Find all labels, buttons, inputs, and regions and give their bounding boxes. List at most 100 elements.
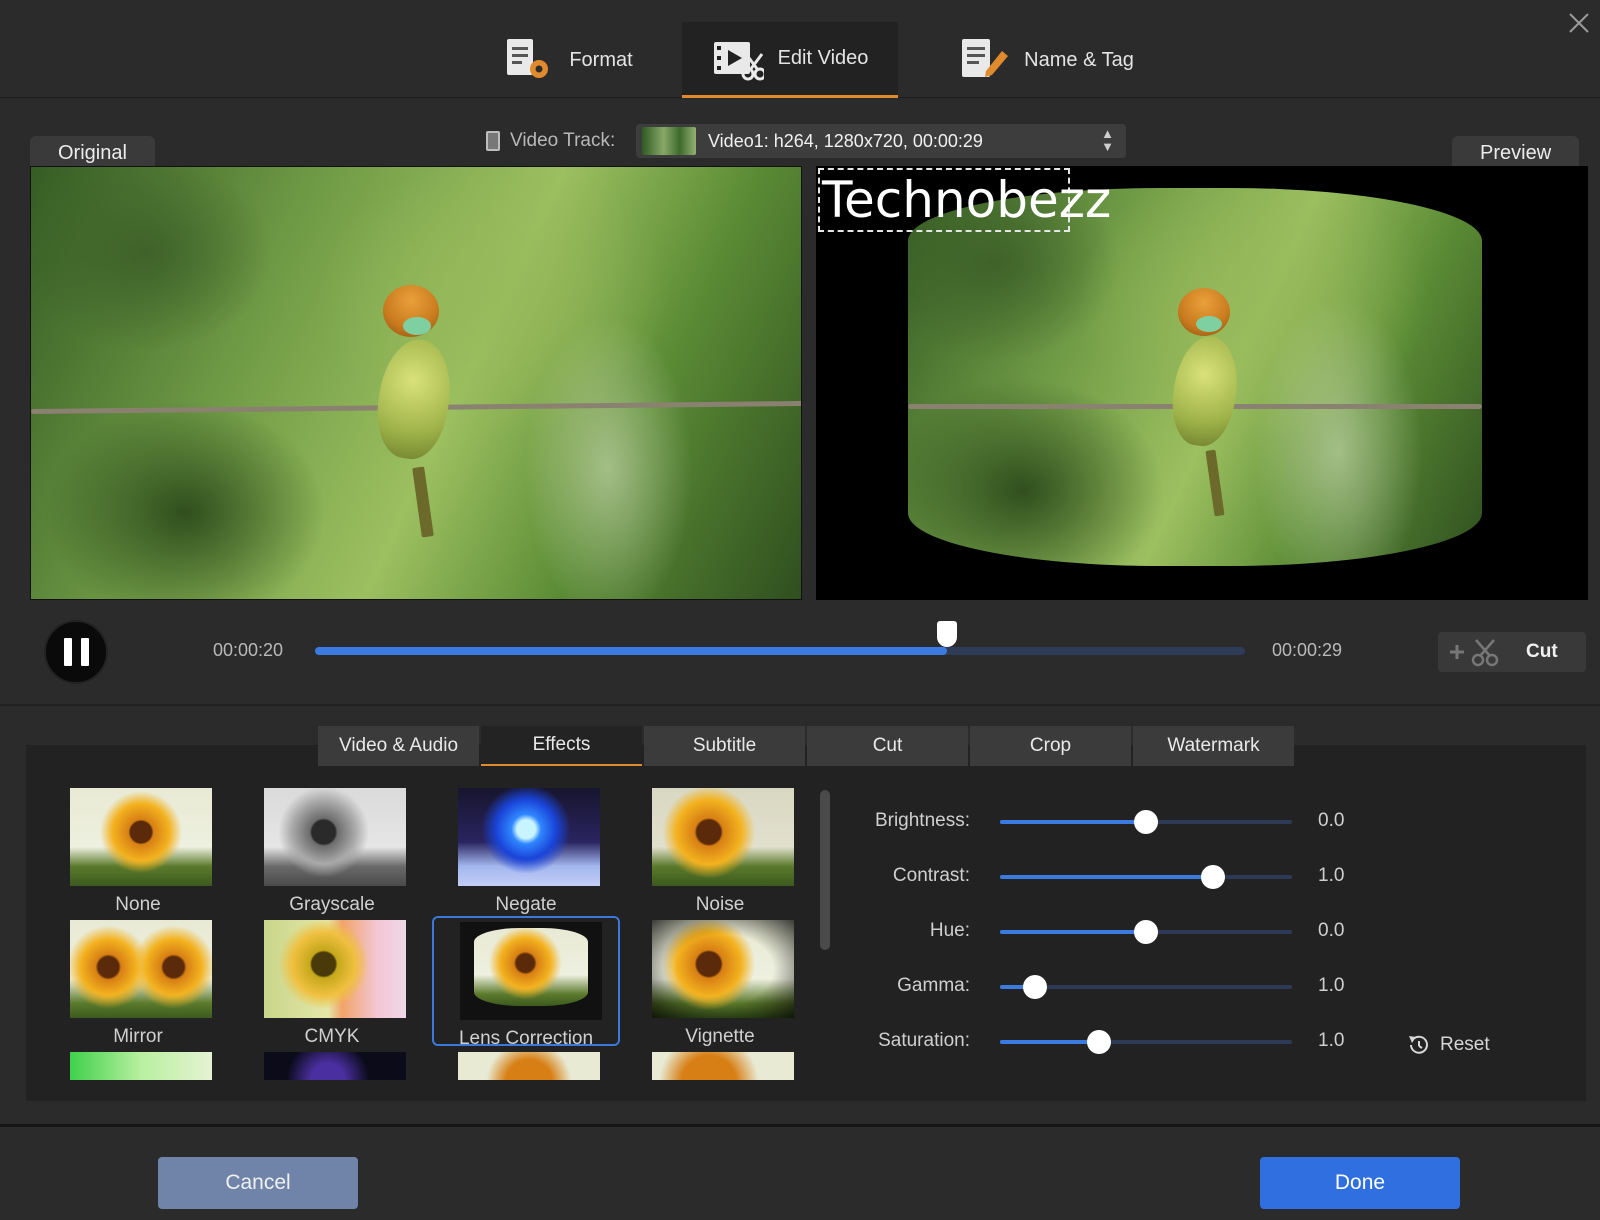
subtab-video-audio[interactable]: Video & Audio	[318, 726, 479, 766]
cancel-button[interactable]: Cancel	[158, 1157, 358, 1209]
effect-partial[interactable]	[432, 1048, 620, 1080]
slider-knob[interactable]	[1087, 1030, 1112, 1054]
brightness-slider-row: Brightness: 0.0	[860, 802, 1500, 842]
subtab-subtitle[interactable]: Subtitle	[644, 726, 805, 766]
effect-thumbnail	[458, 1052, 600, 1080]
total-time: 00:00:29	[1272, 640, 1343, 660]
effect-grayscale[interactable]: Grayscale	[238, 784, 426, 915]
gamma-slider-row: Gamma: 1.0	[860, 967, 1500, 1007]
effect-mirror[interactable]: Mirror	[44, 916, 232, 1047]
tab-name-tag-label: Name & Tag	[1024, 48, 1134, 71]
original-label: Original	[30, 136, 155, 166]
effect-thumbnail	[264, 920, 406, 1018]
hue-slider-row: Hue: 0.0	[860, 912, 1500, 952]
slider-knob[interactable]	[1023, 975, 1048, 999]
tab-edit-video-label: Edit Video	[777, 47, 869, 69]
close-icon[interactable]	[1564, 8, 1594, 38]
current-time: 00:00:20	[213, 640, 284, 660]
effect-label: Vignette	[685, 1026, 755, 1047]
saturation-slider[interactable]	[1000, 1030, 1292, 1054]
hue-label: Hue:	[929, 920, 970, 941]
gamma-slider[interactable]	[1000, 975, 1292, 999]
gamma-value: 1.0	[1318, 975, 1345, 996]
effect-thumbnail	[264, 788, 406, 886]
reset-icon	[1409, 1035, 1428, 1054]
contrast-slider-row: Contrast: 1.0	[860, 857, 1500, 897]
video-track-label: Video Track:	[510, 130, 616, 151]
effect-thumbnail	[460, 922, 602, 1020]
cut-button-label: Cut	[1526, 641, 1558, 662]
reset-label: Reset	[1440, 1034, 1490, 1055]
effect-partial[interactable]	[626, 1048, 814, 1080]
effect-thumbnail	[652, 788, 794, 886]
effect-negate[interactable]: Negate	[432, 784, 620, 915]
name-tag-icon	[962, 39, 1009, 77]
format-settings-icon	[507, 39, 549, 78]
effect-lens-correction[interactable]: Lens Correction	[432, 916, 620, 1049]
gamma-label: Gamma:	[897, 975, 970, 996]
video-track-select[interactable]: Video1: h264, 1280x720, 00:00:29 ▲ ▼	[636, 124, 1126, 158]
timeline-handle[interactable]	[937, 621, 958, 647]
brightness-value: 0.0	[1318, 810, 1345, 831]
subtab-effects[interactable]: Effects	[481, 726, 642, 766]
effect-thumbnail	[652, 1052, 794, 1080]
watermark-text-box[interactable]: Technobezz	[818, 168, 1111, 232]
effect-label: Grayscale	[289, 894, 375, 915]
timeline-progress	[315, 647, 948, 655]
hue-value: 0.0	[1318, 920, 1345, 941]
video-track-thumbnail	[642, 127, 696, 155]
select-chevrons-icon: ▲ ▼	[1101, 126, 1114, 154]
saturation-slider-row: Saturation: 1.0	[860, 1022, 1500, 1062]
saturation-label: Saturation:	[878, 1030, 970, 1051]
original-video-frame	[30, 166, 802, 600]
bird-throat	[1196, 316, 1222, 332]
video-track-value: Video1: h264, 1280x720, 00:00:29	[708, 130, 983, 151]
reset-button[interactable]: Reset	[1406, 1032, 1490, 1058]
add-cut-icon	[1450, 639, 1499, 667]
done-button[interactable]: Done	[1260, 1157, 1460, 1209]
effect-label: Noise	[695, 894, 745, 915]
pause-button[interactable]	[44, 620, 108, 684]
brightness-slider[interactable]	[1000, 810, 1292, 834]
tab-edit-video[interactable]: Edit Video	[682, 22, 898, 98]
subtab-crop[interactable]: Crop	[970, 726, 1131, 766]
effect-thumbnail	[70, 1052, 212, 1080]
effects-scrollbar[interactable]	[820, 790, 830, 950]
effect-cmyk[interactable]: CMYK	[238, 916, 426, 1047]
tab-format[interactable]: Format	[478, 22, 658, 98]
slider-fill	[1000, 820, 1146, 824]
subtab-watermark[interactable]: Watermark	[1133, 726, 1294, 766]
slider-knob[interactable]	[1201, 865, 1226, 889]
slider-fill	[1000, 1040, 1100, 1044]
timeline-slider[interactable]	[315, 621, 1245, 655]
bird-throat	[403, 317, 431, 335]
hue-slider[interactable]	[1000, 920, 1292, 944]
subtab-cut[interactable]: Cut	[807, 726, 968, 766]
tab-name-tag[interactable]: Name & Tag	[946, 22, 1146, 98]
slider-knob[interactable]	[1134, 920, 1158, 944]
brightness-label: Brightness:	[874, 810, 970, 831]
effect-none[interactable]: None	[44, 784, 232, 915]
edit-subtabs: Video & Audio Effects Subtitle Cut Crop …	[318, 726, 1294, 766]
contrast-slider[interactable]	[1000, 865, 1292, 889]
effect-label: Mirror	[113, 1026, 163, 1047]
effect-label: None	[115, 894, 161, 915]
slider-knob[interactable]	[1134, 810, 1158, 834]
effect-label: Negate	[495, 894, 557, 915]
effect-partial[interactable]	[238, 1048, 426, 1080]
effect-thumbnail	[264, 1052, 406, 1080]
cut-button[interactable]: Cut	[1438, 632, 1586, 672]
top-tab-bar: Format Edit Video Name & Tag	[0, 0, 1600, 98]
lens-corrected-image	[908, 188, 1482, 566]
contrast-label: Contrast:	[892, 865, 970, 886]
preview-video-frame: Technobezz	[816, 166, 1588, 600]
effect-thumbnail	[458, 788, 600, 886]
divider	[0, 1124, 1600, 1127]
effect-label: Lens Correction	[458, 1028, 594, 1049]
effect-partial[interactable]	[44, 1048, 232, 1080]
slider-fill	[1000, 930, 1146, 934]
effect-thumbnail	[70, 788, 212, 886]
effect-vignette[interactable]: Vignette	[626, 916, 814, 1047]
divider	[0, 704, 1600, 706]
effect-noise[interactable]: Noise	[626, 784, 814, 915]
